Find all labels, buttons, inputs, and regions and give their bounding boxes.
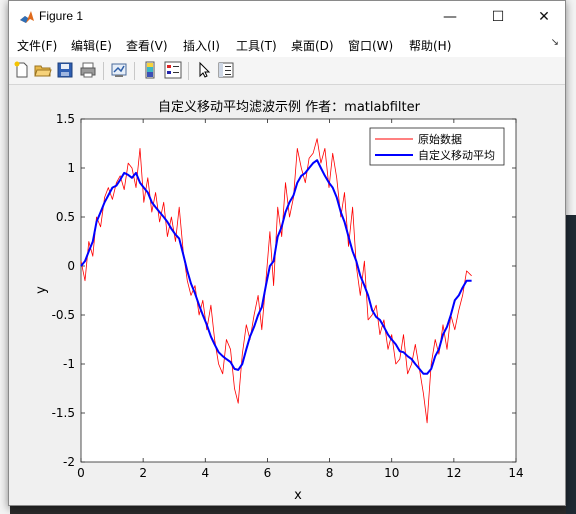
close-button[interactable]: ✕ <box>521 1 567 33</box>
legend-label-original: 原始数据 <box>418 132 462 146</box>
maximize-icon: ☐ <box>491 9 505 25</box>
insert-colorbar-icon[interactable] <box>141 61 159 79</box>
y-tick-label: 1.5 <box>56 112 75 126</box>
insert-legend-icon[interactable] <box>164 61 182 79</box>
x-tick-label: 10 <box>384 466 399 480</box>
save-icon[interactable] <box>56 61 74 79</box>
minimize-icon: — <box>443 9 457 25</box>
menu-view[interactable]: 查看(V) <box>126 37 168 54</box>
close-icon: ✕ <box>538 9 550 25</box>
y-tick-label: -0.5 <box>52 308 75 322</box>
legend-label-filtered: 自定义移动平均 <box>418 148 495 162</box>
menu-help[interactable]: 帮助(H) <box>409 37 451 54</box>
y-tick-label: -2 <box>63 455 75 469</box>
y-tick-label: 1 <box>67 161 75 175</box>
pointer-icon[interactable] <box>195 61 213 79</box>
axes[interactable] <box>80 118 517 463</box>
menu-tools[interactable]: 工具(T) <box>236 37 277 54</box>
y-tick-label: -1 <box>63 357 75 371</box>
menu-bar: 文件(F) 编辑(E) 查看(V) 插入(I) 工具(T) 桌面(D) 窗口(W… <box>9 33 565 57</box>
menu-overflow-icon[interactable]: ↘ <box>551 37 559 48</box>
link-plot-icon[interactable] <box>110 61 128 79</box>
axes-box <box>80 118 517 463</box>
figure-window: Figure 1 — ☐ ✕ 文件(F) 编辑(E) 查看(V) 插入(I) 工… <box>8 0 566 506</box>
menu-window[interactable]: 窗口(W) <box>348 37 393 54</box>
y-tick-label: 0 <box>67 259 75 273</box>
plot-canvas: 自定义移动平均滤波示例 作者：matlabfilter x y 0 2 4 6 8 10 1… <box>9 85 565 505</box>
window-title: Figure 1 <box>39 9 84 23</box>
property-editor-icon[interactable] <box>217 61 235 79</box>
toolbar-separator <box>103 62 104 80</box>
y-tick-label: -1.5 <box>52 406 75 420</box>
print-icon[interactable] <box>79 61 97 79</box>
x-tick-label: 14 <box>508 466 523 480</box>
x-tick-label: 4 <box>201 466 209 480</box>
background-app-right-top <box>566 0 576 215</box>
title-bar: Figure 1 — ☐ ✕ <box>9 1 565 33</box>
x-tick-label: 12 <box>446 466 461 480</box>
toolbar-separator <box>134 62 135 80</box>
minimize-button[interactable]: — <box>427 1 473 33</box>
new-figure-icon[interactable] <box>13 61 31 79</box>
chart-title: 自定义移动平均滤波示例 作者：matlabfilter <box>158 100 421 115</box>
toolbar <box>9 57 565 85</box>
menu-insert[interactable]: 插入(I) <box>183 37 220 54</box>
matlab-logo-icon <box>20 11 34 23</box>
x-tick-label: 2 <box>139 466 147 480</box>
x-axis-label: x <box>294 488 302 503</box>
x-tick-label: 8 <box>326 466 334 480</box>
y-axis-label: y <box>34 286 49 294</box>
menu-edit[interactable]: 编辑(E) <box>71 37 112 54</box>
legend[interactable]: 原始数据 自定义移动平均 <box>369 127 505 166</box>
toolbar-separator <box>188 62 189 80</box>
x-tick-label: 6 <box>264 466 272 480</box>
menu-desktop[interactable]: 桌面(D) <box>291 37 334 54</box>
maximize-button[interactable]: ☐ <box>475 1 521 33</box>
y-tick-label: 0.5 <box>56 210 75 224</box>
x-tick-label: 0 <box>77 466 85 480</box>
open-folder-icon[interactable] <box>34 61 52 79</box>
menu-file[interactable]: 文件(F) <box>17 37 57 54</box>
